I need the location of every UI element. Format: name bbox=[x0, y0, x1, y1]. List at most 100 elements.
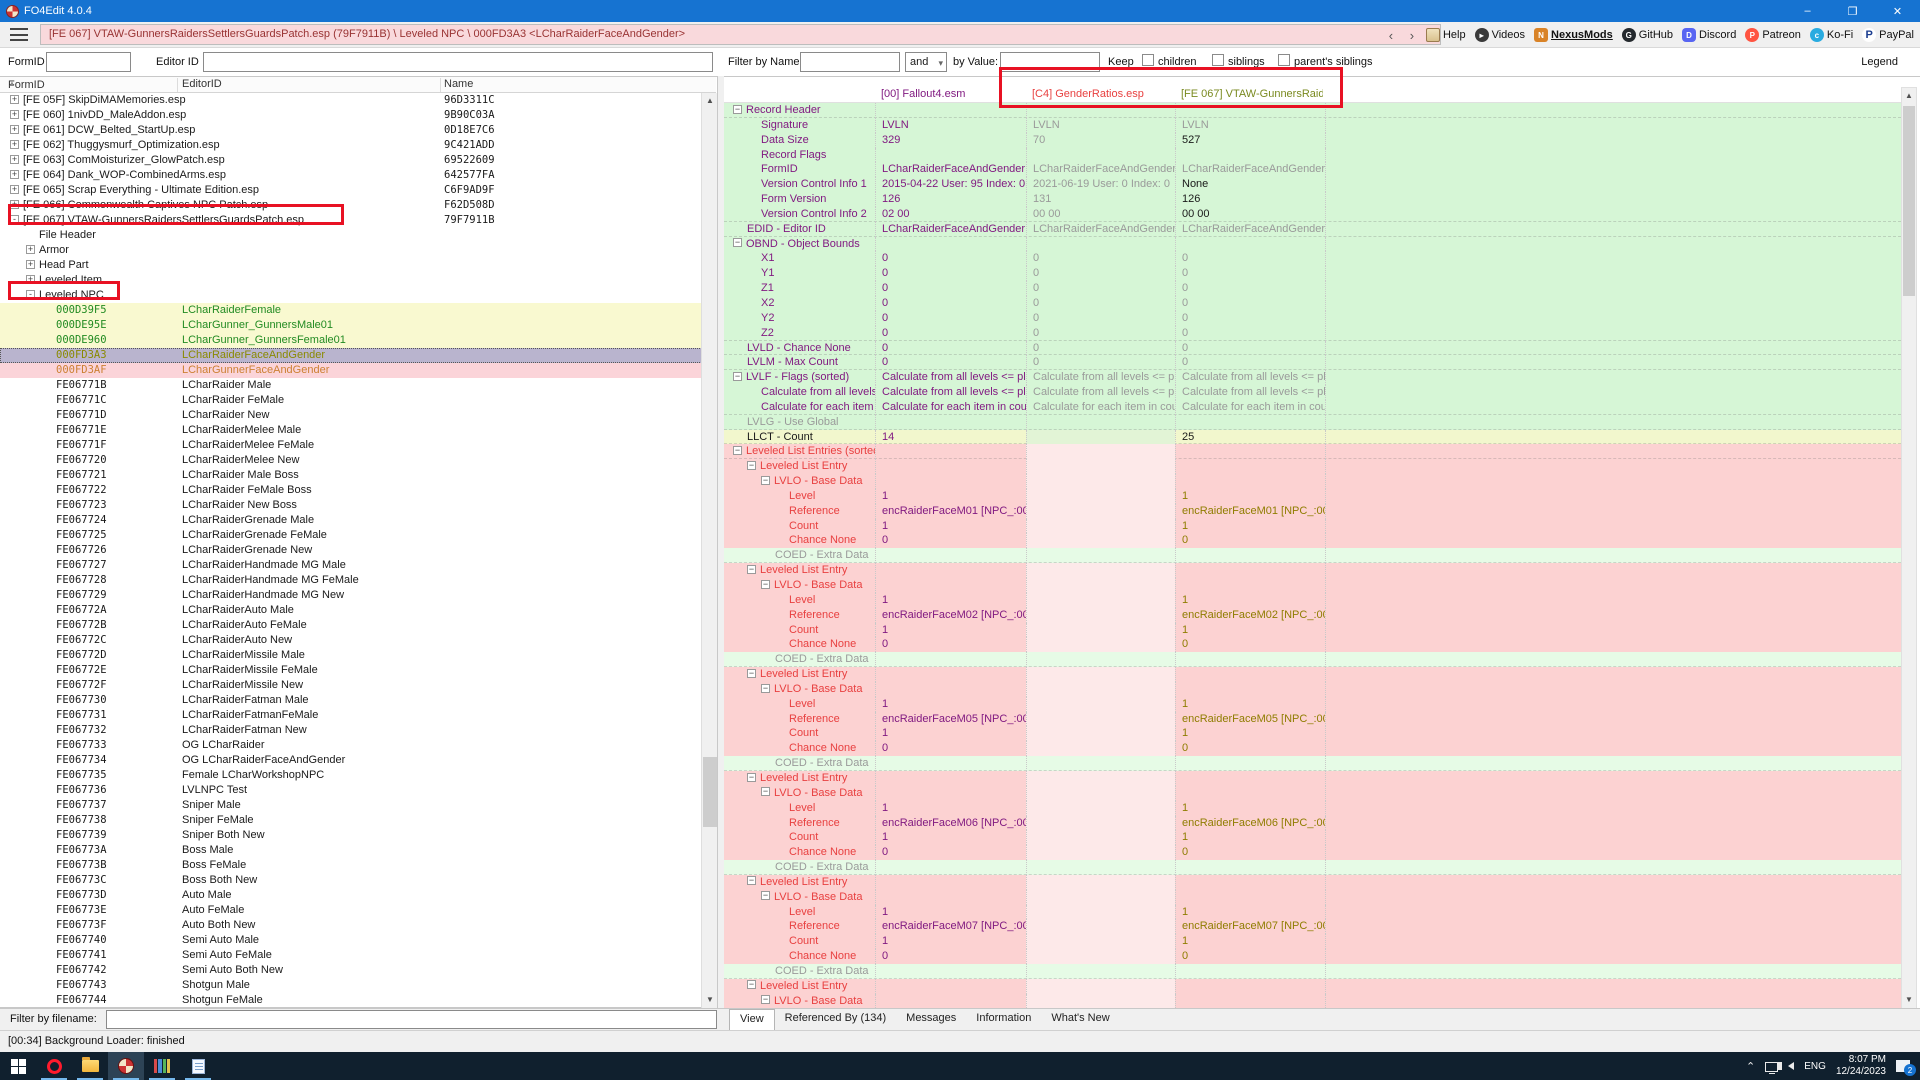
tree-row[interactable]: FE067730LCharRaiderFatman Male bbox=[0, 693, 702, 708]
record-cell[interactable] bbox=[1325, 459, 1901, 474]
editorid-input[interactable] bbox=[203, 52, 713, 72]
tree-row[interactable]: +[FE 066] Commonwealth Captives NPC Patc… bbox=[0, 198, 702, 213]
record-row[interactable]: −LVLO - Base Data bbox=[724, 786, 1901, 801]
record-cell[interactable]: 0 bbox=[1026, 281, 1175, 296]
tree-row[interactable]: FE067739Sniper Both New bbox=[0, 828, 702, 843]
record-cell[interactable] bbox=[1325, 519, 1901, 534]
record-cell[interactable] bbox=[1026, 845, 1175, 860]
tree-row[interactable]: FE06773CBoss Both New bbox=[0, 873, 702, 888]
tree-row[interactable]: FE067733OG LCharRaider bbox=[0, 738, 702, 753]
tree-row[interactable]: FE067736LVLNPC Test bbox=[0, 783, 702, 798]
scroll-up-icon[interactable]: ▲ bbox=[1902, 88, 1916, 104]
record-cell[interactable]: 0 bbox=[875, 281, 1026, 296]
record-cell[interactable]: 1 bbox=[1175, 830, 1325, 845]
collapse-icon[interactable]: − bbox=[761, 580, 770, 589]
nav-link-help[interactable]: Help bbox=[1426, 28, 1466, 42]
record-cell[interactable]: 14 bbox=[875, 430, 1026, 445]
tree-row[interactable]: +Leveled Item bbox=[0, 273, 702, 288]
record-cell[interactable] bbox=[1026, 741, 1175, 756]
tree-row[interactable]: FE06773FAuto Both New bbox=[0, 918, 702, 933]
close-button[interactable]: ✕ bbox=[1875, 0, 1920, 22]
record-cell[interactable] bbox=[1325, 415, 1901, 430]
record-cell[interactable] bbox=[1175, 771, 1325, 786]
record-cell[interactable]: 2015-04-22 User: 95 Index: 0 bbox=[875, 177, 1026, 192]
expand-icon[interactable]: + bbox=[10, 155, 19, 164]
record-cell[interactable] bbox=[875, 237, 1026, 252]
collapse-icon[interactable]: − bbox=[733, 238, 742, 247]
record-cell[interactable]: 70 bbox=[1026, 133, 1175, 148]
filter-by-name-input[interactable] bbox=[800, 52, 900, 72]
record-row[interactable]: −Leveled List Entry bbox=[724, 771, 1901, 786]
record-cell[interactable]: 1 bbox=[1175, 726, 1325, 741]
tab-what-s-new[interactable]: What's New bbox=[1041, 1009, 1119, 1031]
record-cell[interactable] bbox=[1026, 504, 1175, 519]
record-cell[interactable]: LCharRaiderFaceAndGender bbox=[1026, 222, 1175, 237]
record-cell[interactable] bbox=[1026, 875, 1175, 890]
record-cell[interactable] bbox=[1026, 548, 1175, 563]
record-cell[interactable] bbox=[1325, 251, 1901, 266]
record-cell[interactable]: 0 bbox=[1026, 311, 1175, 326]
record-cell[interactable]: LVLN bbox=[875, 118, 1026, 133]
record-cell[interactable]: 00 00 bbox=[1175, 207, 1325, 222]
record-cell[interactable]: 527 bbox=[1175, 133, 1325, 148]
nav-link-github[interactable]: GGitHub bbox=[1622, 28, 1673, 42]
tree-row[interactable]: FE06772CLCharRaiderAuto New bbox=[0, 633, 702, 648]
collapse-icon[interactable]: − bbox=[733, 446, 742, 455]
record-row[interactable]: −Leveled List Entry bbox=[724, 459, 1901, 474]
record-cell[interactable]: encRaiderFaceM02 [NPC_:0004A... bbox=[1175, 608, 1325, 623]
tree-row[interactable]: +[FE 05F] SkipDiMAMemories.esp96D3311C bbox=[0, 93, 702, 108]
record-cell[interactable] bbox=[1325, 533, 1901, 548]
tree-row[interactable]: FE06772DLCharRaiderMissile Male bbox=[0, 648, 702, 663]
record-cell[interactable] bbox=[1175, 459, 1325, 474]
record-row[interactable]: ReferenceencRaiderFaceM01 [NPC_:0004A...… bbox=[724, 504, 1901, 519]
record-cell[interactable] bbox=[1026, 905, 1175, 920]
record-cell[interactable] bbox=[1325, 979, 1901, 994]
record-cell[interactable] bbox=[1325, 994, 1901, 1009]
record-cell[interactable] bbox=[1026, 237, 1175, 252]
record-cell[interactable] bbox=[1325, 192, 1901, 207]
record-cell[interactable]: encRaiderFaceM02 [NPC_:0004A... bbox=[875, 608, 1026, 623]
record-cell[interactable] bbox=[1026, 771, 1175, 786]
record-row[interactable]: Record Flags bbox=[724, 148, 1901, 163]
record-cell[interactable]: 1 bbox=[875, 726, 1026, 741]
record-cell[interactable] bbox=[1325, 578, 1901, 593]
record-cell[interactable]: LCharRaiderFaceAndGender [LV... bbox=[1026, 162, 1175, 177]
tree-row[interactable]: FE067723LCharRaider New Boss bbox=[0, 498, 702, 513]
collapse-icon[interactable]: − bbox=[761, 476, 770, 485]
record-cell[interactable] bbox=[875, 756, 1026, 771]
record-row[interactable]: COED - Extra Data bbox=[724, 860, 1901, 875]
record-row[interactable]: SignatureLVLNLVLNLVLN bbox=[724, 118, 1901, 133]
record-cell[interactable] bbox=[1026, 652, 1175, 667]
taskbar-fo4edit[interactable] bbox=[108, 1052, 144, 1080]
col-header-editorid[interactable]: EditorID bbox=[182, 78, 222, 90]
record-cell[interactable]: Calculate from all levels <= play... bbox=[875, 385, 1026, 400]
record-cell[interactable]: 0 bbox=[1175, 741, 1325, 756]
record-cell[interactable] bbox=[875, 148, 1026, 163]
record-row[interactable]: Level11 bbox=[724, 489, 1901, 504]
record-row[interactable]: FormIDLCharRaiderFaceAndGender [LV...LCh… bbox=[724, 162, 1901, 177]
record-cell[interactable]: encRaiderFaceM07 [NPC_:0004A... bbox=[1175, 919, 1325, 934]
record-cell[interactable]: Calculate for each item in count bbox=[1026, 400, 1175, 415]
record-cell[interactable]: encRaiderFaceM06 [NPC_:0004A... bbox=[1175, 816, 1325, 831]
record-cell[interactable]: Calculate from all levels <= play... bbox=[1175, 385, 1325, 400]
tree-row[interactable]: FE067722LCharRaider FeMale Boss bbox=[0, 483, 702, 498]
record-cell[interactable]: 0 bbox=[1026, 341, 1175, 356]
record-cell[interactable] bbox=[1325, 489, 1901, 504]
tree-row[interactable]: FE067742Semi Auto Both New bbox=[0, 963, 702, 978]
children-checkbox[interactable] bbox=[1142, 54, 1154, 66]
record-cell[interactable] bbox=[1175, 103, 1325, 118]
record-cell[interactable] bbox=[1175, 652, 1325, 667]
tree-row[interactable]: FE06773ABoss Male bbox=[0, 843, 702, 858]
record-row[interactable]: Level11 bbox=[724, 697, 1901, 712]
record-cell[interactable]: 0 bbox=[875, 296, 1026, 311]
record-cell[interactable] bbox=[1026, 697, 1175, 712]
record-cell[interactable]: 0 bbox=[875, 355, 1026, 370]
collapse-icon[interactable]: − bbox=[747, 669, 756, 678]
record-row[interactable]: EDID - Editor IDLCharRaiderFaceAndGender… bbox=[724, 222, 1901, 237]
record-cell[interactable] bbox=[1325, 608, 1901, 623]
tree-row[interactable]: +Armor bbox=[0, 243, 702, 258]
parents-siblings-checkbox[interactable] bbox=[1278, 54, 1290, 66]
record-cell[interactable] bbox=[1325, 385, 1901, 400]
tab-information[interactable]: Information bbox=[966, 1009, 1041, 1031]
tree-row[interactable]: File Header bbox=[0, 228, 702, 243]
